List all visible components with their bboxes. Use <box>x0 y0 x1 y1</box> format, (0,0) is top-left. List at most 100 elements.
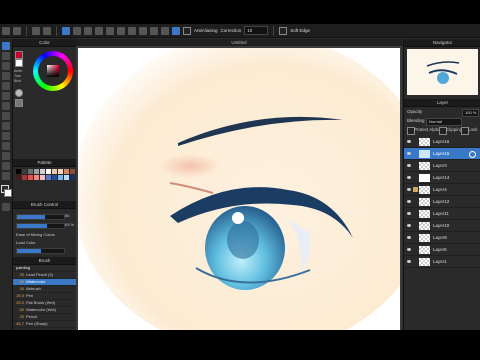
zoom-tool-icon[interactable] <box>2 172 10 180</box>
brush-opacity-slider[interactable] <box>16 223 65 229</box>
hand-icon[interactable] <box>32 26 40 35</box>
eye-icon[interactable] <box>407 176 411 179</box>
primary-color-swatch[interactable] <box>15 51 23 59</box>
layer-thumbnail <box>419 150 430 158</box>
palette-swatch[interactable] <box>70 169 75 174</box>
brush-item-selected[interactable]: 40 Watercolor <box>13 279 76 286</box>
color-wheel[interactable] <box>33 51 73 91</box>
ease-of-mixing-slider[interactable] <box>16 248 65 254</box>
pen-mode-icon[interactable] <box>172 26 180 35</box>
layer-row[interactable]: Layer10 <box>404 220 480 232</box>
snap-icon[interactable] <box>106 26 114 35</box>
eye-icon[interactable] <box>407 236 411 239</box>
brush-item[interactable]: 25.0 Flat Brush (Wet) <box>13 300 76 307</box>
palette-swatch[interactable] <box>58 169 63 174</box>
palette-swatch[interactable] <box>28 175 33 180</box>
secondary-color-swatch[interactable] <box>15 59 23 67</box>
brush-size-slider[interactable] <box>16 214 65 220</box>
text-tool-icon[interactable] <box>2 132 10 140</box>
eraser-mode-icon[interactable] <box>73 26 81 35</box>
soft-edge-checkbox[interactable] <box>279 26 288 35</box>
brush-mode-icon[interactable] <box>62 26 70 35</box>
brush-item[interactable]: 46.7 Pen (Sharp) <box>13 321 76 328</box>
view-icon[interactable] <box>150 26 158 35</box>
frame-tool-icon[interactable] <box>2 142 10 150</box>
brush-group[interactable]: painting <box>13 265 76 272</box>
eye-icon[interactable] <box>407 248 411 251</box>
gear-icon[interactable] <box>469 151 476 158</box>
lasso-tool-icon[interactable] <box>2 72 10 80</box>
eye-icon[interactable] <box>407 188 411 191</box>
layer-row[interactable]: Layer3 <box>404 160 480 172</box>
eye-icon[interactable] <box>407 200 411 203</box>
eye-icon[interactable] <box>407 140 411 143</box>
brush-item[interactable]: 20 Pencil <box>13 314 76 321</box>
layer-row[interactable]: Layer11 <box>404 208 480 220</box>
color-picker-icon[interactable] <box>15 89 23 97</box>
palette-swatch[interactable] <box>70 175 75 180</box>
layer-row[interactable]: Layer16 <box>404 136 480 148</box>
saturation-value-square[interactable] <box>47 65 59 77</box>
palette-swatch[interactable] <box>52 169 57 174</box>
brush-tool-icon[interactable] <box>2 42 10 50</box>
stroke-icon[interactable] <box>139 26 147 35</box>
palette-swatch[interactable] <box>16 175 21 180</box>
drawing-canvas[interactable] <box>78 48 400 330</box>
brush-item[interactable]: 30 Airbrush <box>13 286 76 293</box>
select-mode-icon[interactable] <box>84 26 92 35</box>
eye-icon[interactable] <box>407 224 411 227</box>
palette-swatch[interactable] <box>28 169 33 174</box>
layer-row[interactable]: Layer14 <box>404 172 480 184</box>
palette-swatch[interactable] <box>46 169 51 174</box>
palette-swatch[interactable] <box>58 175 63 180</box>
palette-swatch[interactable] <box>40 175 45 180</box>
antialiasing-checkbox[interactable] <box>183 26 191 35</box>
layer-opacity-value[interactable]: 100 % <box>462 109 480 117</box>
fill-tool-icon[interactable] <box>2 102 10 110</box>
navigator-thumbnail[interactable] <box>407 49 478 95</box>
layer-row[interactable]: Layer9 <box>404 232 480 244</box>
rotate-icon[interactable] <box>43 26 51 35</box>
layer-row[interactable]: Layer4 <box>404 184 480 196</box>
redo-icon[interactable] <box>13 26 21 35</box>
palette-swatch[interactable] <box>34 175 39 180</box>
eye-icon[interactable] <box>407 260 411 263</box>
eye-icon[interactable] <box>407 164 411 167</box>
brush-item[interactable]: 30 Lead Pencil (3) <box>13 272 76 279</box>
magic-wand-tool-icon[interactable] <box>2 82 10 90</box>
layer-row-selected[interactable]: Layer15 <box>404 148 480 160</box>
layer-row[interactable]: Layer5 <box>404 244 480 256</box>
brush-item[interactable]: 25.0 Pen <box>13 293 76 300</box>
eye-icon[interactable] <box>407 152 411 155</box>
background-color-swatch[interactable] <box>4 189 12 197</box>
blending-select[interactable]: Normal <box>426 118 462 126</box>
gradient-tool-icon[interactable] <box>2 112 10 120</box>
select-tool-icon[interactable] <box>2 62 10 70</box>
transparent-color-icon[interactable] <box>2 203 10 211</box>
palette-swatch[interactable] <box>40 169 45 174</box>
layer-row[interactable]: Layer1 <box>404 256 480 268</box>
eraser-tool-icon[interactable] <box>2 52 10 60</box>
palette-swatch[interactable] <box>46 175 51 180</box>
palette-swatch[interactable] <box>64 169 69 174</box>
mix-mode-icon[interactable] <box>15 99 23 107</box>
shape-tool-icon[interactable] <box>2 122 10 130</box>
palette-swatch[interactable] <box>34 169 39 174</box>
move-tool-icon[interactable] <box>2 92 10 100</box>
palette-swatch[interactable] <box>16 169 21 174</box>
palette-swatch[interactable] <box>22 169 27 174</box>
undo-icon[interactable] <box>2 26 10 35</box>
eyedropper-tool-icon[interactable] <box>2 152 10 160</box>
layer-icon[interactable] <box>161 26 169 35</box>
palette-swatch[interactable] <box>22 175 27 180</box>
hand-tool-icon[interactable] <box>2 162 10 170</box>
layer-row[interactable]: Layer12 <box>404 196 480 208</box>
palette-swatch[interactable] <box>64 175 69 180</box>
palette-swatch[interactable] <box>52 175 57 180</box>
grid-icon[interactable] <box>117 26 125 35</box>
correction-input[interactable]: 10 <box>244 26 269 35</box>
brush-item[interactable]: 50 Watercolor (Wet) <box>13 307 76 314</box>
eye-icon[interactable] <box>407 212 411 215</box>
ruler-icon[interactable] <box>128 26 136 35</box>
fill-mode-icon[interactable] <box>95 26 103 35</box>
